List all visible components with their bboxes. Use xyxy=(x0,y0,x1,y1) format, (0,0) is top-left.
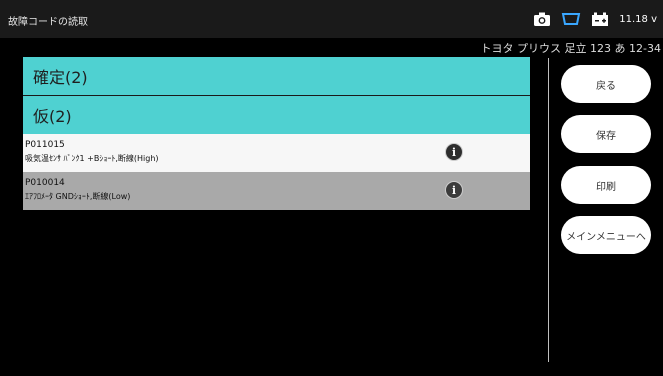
battery-icon xyxy=(591,11,609,27)
info-icon[interactable]: i xyxy=(445,181,463,199)
fault-code: P011015 xyxy=(25,140,65,150)
back-button[interactable]: 戻る xyxy=(561,65,651,103)
fault-description: 吸気温ｾﾝｻ ﾊﾞﾝｸ1 +Bｼｮｰﾄ,断線(High) xyxy=(25,154,159,163)
section-pending[interactable]: 仮(2) xyxy=(23,96,530,134)
fault-description: ｴｱﾌﾛﾒｰﾀ GNDｼｮｰﾄ,断線(Low) xyxy=(25,192,131,201)
fault-code: P010014 xyxy=(25,178,65,188)
save-button[interactable]: 保存 xyxy=(561,115,651,153)
page-title: 故障コードの読取 xyxy=(8,17,88,28)
vehicle-info: トヨタ プリウス 足立 123 あ 12-34 xyxy=(480,42,661,55)
title-bar: 故障コードの読取 11.18 v xyxy=(0,0,663,38)
section-confirmed[interactable]: 確定(2) xyxy=(23,57,530,95)
fault-code-row[interactable]: P010014 ｴｱﾌﾛﾒｰﾀ GNDｼｮｰﾄ,断線(Low) i xyxy=(23,172,530,210)
panel-divider xyxy=(548,58,549,362)
main-menu-button[interactable]: メインメニューへ xyxy=(561,216,651,254)
info-icon[interactable]: i xyxy=(445,143,463,161)
status-area: 11.18 v xyxy=(533,10,657,28)
camera-icon[interactable] xyxy=(533,11,551,27)
print-button[interactable]: 印刷 xyxy=(561,166,651,204)
battery-voltage: 11.18 v xyxy=(619,13,657,25)
obd-connection-icon xyxy=(561,11,581,27)
fault-code-row[interactable]: P011015 吸気温ｾﾝｻ ﾊﾞﾝｸ1 +Bｼｮｰﾄ,断線(High) i xyxy=(23,134,530,172)
fault-code-list: 確定(2) 仮(2) P011015 吸気温ｾﾝｻ ﾊﾞﾝｸ1 +Bｼｮｰﾄ,断… xyxy=(23,57,530,210)
